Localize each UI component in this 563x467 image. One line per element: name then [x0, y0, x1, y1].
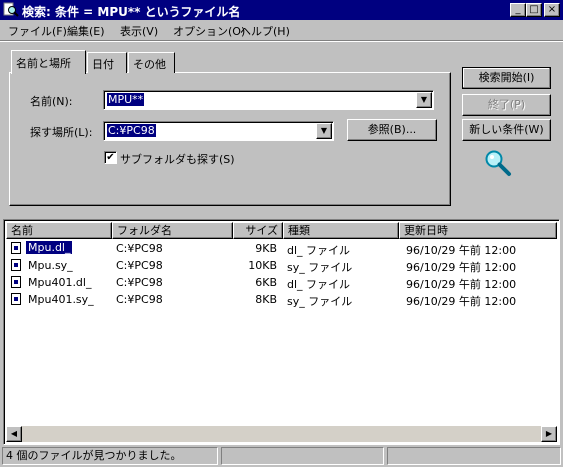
file-modified: 96/10/29 午前 12:00 — [406, 278, 517, 291]
file-modified: 96/10/29 午前 12:00 — [406, 261, 517, 274]
search-icon — [3, 2, 19, 17]
menu-options[interactable]: オプション(O) — [173, 23, 245, 39]
file-type: dl_ ファイル — [287, 244, 351, 257]
table-row[interactable]: Mpu.sy_ C:¥PC98 10KB sy_ ファイル 96/10/29 午… — [6, 257, 544, 274]
status-pane-3 — [387, 447, 561, 465]
file-folder: C:¥PC98 — [116, 242, 163, 255]
menu-help[interactable]: ヘルプ(H) — [240, 23, 290, 39]
file-size: 6KB — [255, 276, 277, 289]
table-row[interactable]: Mpu401.sy_ C:¥PC98 8KB sy_ ファイル 96/10/29… — [6, 291, 544, 308]
title-bar[interactable]: 検索: 条件 = MPU** というファイル名 _ □ × — [0, 0, 563, 20]
name-input[interactable]: MPU** — [107, 93, 145, 106]
table-row[interactable]: Mpu401.dl_ C:¥PC98 6KB dl_ ファイル 96/10/29… — [6, 274, 544, 291]
scroll-left-icon[interactable]: ◀ — [6, 426, 22, 442]
subfolder-checkbox[interactable]: ✔ — [104, 151, 117, 164]
column-header-folder[interactable]: フォルダ名 — [112, 222, 233, 239]
scroll-right-icon[interactable]: ▶ — [541, 426, 557, 442]
status-pane-2 — [221, 447, 384, 465]
status-text: 4 個のファイルが見つかりました。 — [2, 447, 218, 465]
new-search-button[interactable]: 新しい条件(W) — [462, 119, 551, 141]
file-icon — [11, 242, 21, 254]
file-folder: C:¥PC98 — [116, 293, 163, 306]
file-name[interactable]: Mpu.sy_ — [28, 259, 73, 272]
menu-divider — [0, 40, 563, 42]
subfolder-label: サブフォルダも探す(S) — [120, 153, 235, 166]
browse-button[interactable]: 参照(B)... — [347, 119, 437, 141]
file-name[interactable]: Mpu.dl_ — [24, 240, 74, 255]
menu-view[interactable]: 表示(V) — [120, 23, 158, 39]
window-title: 検索: 条件 = MPU** というファイル名 — [22, 5, 241, 19]
file-icon — [11, 259, 21, 271]
column-header-modified[interactable]: 更新日時 — [399, 222, 557, 239]
file-icon — [11, 293, 21, 305]
location-input[interactable]: C:¥PC98 — [107, 124, 156, 137]
start-search-button[interactable]: 検索開始(I) — [462, 67, 551, 89]
name-label: 名前(N): — [30, 95, 73, 108]
file-folder: C:¥PC98 — [116, 259, 163, 272]
file-name[interactable]: Mpu401.dl_ — [28, 276, 91, 289]
maximize-button[interactable]: □ — [526, 3, 542, 17]
magnifier-icon — [485, 150, 511, 176]
file-name[interactable]: Mpu401.sy_ — [28, 293, 94, 306]
file-icon — [11, 276, 21, 288]
menu-bar: ファイル(F) 編集(E) 表示(V) オプション(O) ヘルプ(H) — [0, 20, 563, 39]
location-combobox[interactable]: C:¥PC98 ▼ — [103, 121, 334, 141]
chevron-down-icon[interactable]: ▼ — [316, 123, 332, 139]
file-modified: 96/10/29 午前 12:00 — [406, 295, 517, 308]
tab-name-location[interactable]: 名前と場所 — [11, 50, 86, 74]
column-header-type[interactable]: 種類 — [283, 222, 399, 239]
location-label: 探す場所(L): — [30, 126, 93, 139]
file-size: 9KB — [255, 242, 277, 255]
chevron-down-icon[interactable]: ▼ — [416, 92, 432, 108]
stop-button[interactable]: 終了(P) — [462, 94, 551, 116]
table-row[interactable]: Mpu.dl_ C:¥PC98 9KB dl_ ファイル 96/10/29 午前… — [6, 240, 544, 257]
results-list[interactable]: 名前 フォルダ名 サイズ 種類 更新日時 Mpu.dl_ C:¥PC98 9KB… — [3, 219, 560, 445]
menu-edit[interactable]: 編集(E) — [67, 23, 105, 39]
horizontal-scrollbar[interactable]: ◀ ▶ — [6, 426, 557, 442]
name-combobox[interactable]: MPU** ▼ — [103, 90, 434, 110]
file-size: 8KB — [255, 293, 277, 306]
file-size: 10KB — [248, 259, 277, 272]
column-header-size[interactable]: サイズ — [233, 222, 283, 239]
file-type: dl_ ファイル — [287, 278, 351, 291]
tab-date[interactable]: 日付 — [87, 52, 127, 73]
file-type: sy_ ファイル — [287, 295, 353, 308]
tab-other[interactable]: その他 — [128, 52, 175, 73]
minimize-button[interactable]: _ — [510, 3, 526, 17]
file-folder: C:¥PC98 — [116, 276, 163, 289]
menu-file[interactable]: ファイル(F) — [8, 23, 67, 39]
column-header-name[interactable]: 名前 — [6, 222, 112, 239]
file-type: sy_ ファイル — [287, 261, 353, 274]
file-modified: 96/10/29 午前 12:00 — [406, 244, 517, 257]
close-button[interactable]: × — [544, 3, 560, 17]
